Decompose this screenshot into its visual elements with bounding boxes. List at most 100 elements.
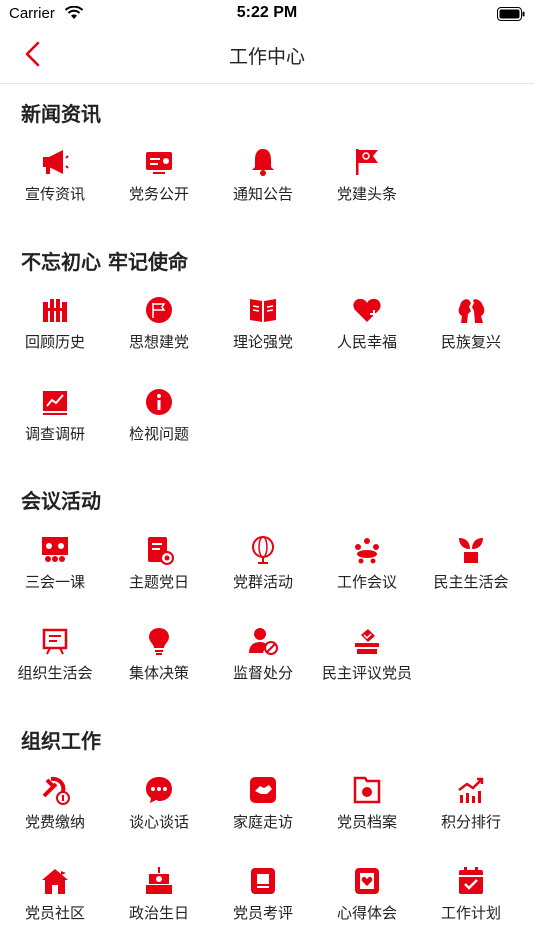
people-table-icon: [351, 534, 383, 566]
grid-item[interactable]: 民主评议党员: [315, 625, 419, 701]
item-label: 党建头条: [336, 185, 397, 203]
party-flag-icon: [351, 146, 383, 178]
flag-circle-icon: [143, 294, 175, 326]
grid-item[interactable]: 党费缴纳: [3, 774, 107, 850]
item-label: 宣传资讯: [24, 185, 85, 203]
grid-item[interactable]: 组织生活会: [3, 625, 107, 701]
item-label: 党员社区: [24, 904, 85, 922]
item-label: 人民幸福: [336, 333, 397, 351]
item-label: 三会一课: [24, 573, 85, 591]
item-label: 检视问题: [128, 425, 189, 443]
grid-item[interactable]: 政治生日: [107, 865, 211, 941]
laptop-icon: [247, 865, 279, 897]
item-label: 党群活动: [232, 573, 293, 591]
grid-item[interactable]: 人民幸福: [315, 294, 419, 370]
item-label: 回顾历史: [24, 333, 85, 351]
grid-item[interactable]: 通知公告: [211, 146, 315, 222]
cake-emblem-icon: [143, 865, 175, 897]
status-time: 5:22 PM: [236, 4, 298, 21]
lantern-icon: [247, 534, 279, 566]
great-wall-icon: [39, 294, 71, 326]
grid-item[interactable]: 回顾历史: [3, 294, 107, 370]
grid-item[interactable]: 心得体会: [315, 865, 419, 941]
grid-item[interactable]: 三会一课: [3, 534, 107, 610]
head-profiles-icon: [455, 294, 487, 326]
grid-item[interactable]: 党员考评: [211, 865, 315, 941]
heart-plus-icon: [351, 294, 383, 326]
item-label: 党员考评: [232, 904, 293, 922]
grid-item[interactable]: 思想建党: [107, 294, 211, 370]
grid-item[interactable]: 党员社区: [3, 865, 107, 941]
item-label: 家庭走访: [232, 813, 293, 831]
ballot-box-icon: [351, 625, 383, 657]
item-label: 民主评议党员: [321, 664, 412, 682]
item-label: 政治生日: [128, 904, 189, 922]
item-label: 通知公告: [232, 185, 293, 203]
section-title-meetings: 会议活动: [21, 489, 101, 513]
grid-item[interactable]: 党员档案: [315, 774, 419, 850]
calendar-check-icon: [455, 865, 487, 897]
chart-trend-icon: [39, 386, 71, 418]
navigation-bar: 工作中心: [0, 28, 534, 84]
grid-item[interactable]: 调查调研: [3, 386, 107, 462]
item-label: 思想建党: [128, 333, 189, 351]
grid-item[interactable]: 工作计划: [419, 865, 523, 941]
grid-item[interactable]: 检视问题: [107, 386, 211, 462]
handshake-icon: [247, 774, 279, 806]
item-label: 民主生活会: [433, 573, 509, 591]
megaphone-icon: [39, 146, 71, 178]
grid-item[interactable]: 谈心谈话: [107, 774, 211, 850]
back-button[interactable]: [18, 40, 50, 72]
lightbulb-icon: [143, 625, 175, 657]
grid-item[interactable]: 党建头条: [315, 146, 419, 222]
grid-item[interactable]: 民主生活会: [419, 534, 523, 610]
item-label: 积分排行: [440, 813, 501, 831]
grid-item[interactable]: 党群活动: [211, 534, 315, 610]
page-title: 工作中心: [228, 46, 305, 68]
item-label: 组织生活会: [17, 664, 93, 682]
document-emblem-icon: [143, 534, 175, 566]
sprout-icon: [455, 534, 487, 566]
item-label: 监督处分: [232, 664, 293, 682]
grid-item[interactable]: 理论强党: [211, 294, 315, 370]
grid-item[interactable]: 积分排行: [419, 774, 523, 850]
chat-bubble-icon: [143, 774, 175, 806]
meeting-board-icon: [39, 534, 71, 566]
battery-icon: [497, 6, 525, 25]
bar-trend-icon: [455, 774, 487, 806]
bell-icon: [247, 146, 279, 178]
section-title-mission: 不忘初心 牢记使命: [21, 250, 188, 274]
board-easel-icon: [39, 625, 71, 657]
item-label: 工作计划: [440, 904, 501, 922]
item-label: 调查调研: [24, 425, 85, 443]
item-label: 党员档案: [336, 813, 397, 831]
grid-item[interactable]: 监督处分: [211, 625, 315, 701]
item-label: 党费缴纳: [24, 813, 85, 831]
item-label: 党务公开: [128, 185, 189, 203]
item-label: 工作会议: [336, 573, 397, 591]
grid-item[interactable]: 集体决策: [107, 625, 211, 701]
grid-item[interactable]: 宣传资讯: [3, 146, 107, 222]
item-label: 谈心谈话: [128, 813, 189, 831]
grid-item[interactable]: 家庭走访: [211, 774, 315, 850]
item-label: 理论强党: [232, 333, 293, 351]
item-label: 集体决策: [128, 664, 189, 682]
section-title-news: 新闻资讯: [21, 102, 101, 126]
folder-emblem-icon: [351, 774, 383, 806]
grid-item[interactable]: 党务公开: [107, 146, 211, 222]
grid-item[interactable]: 主题党日: [107, 534, 211, 610]
house-flag-icon: [39, 865, 71, 897]
open-book-icon: [247, 294, 279, 326]
grid-item[interactable]: 工作会议: [315, 534, 419, 610]
item-label: 心得体会: [336, 904, 397, 922]
info-icon: [143, 386, 175, 418]
emblem-coin-icon: [39, 774, 71, 806]
status-bar: Carrier 5:22 PM: [0, 0, 534, 28]
grid-item[interactable]: 民族复兴: [419, 294, 523, 370]
section-title-organization: 组织工作: [21, 729, 101, 753]
chevron-left-icon: [25, 41, 40, 67]
user-ban-icon: [247, 625, 279, 657]
card-heart-icon: [351, 865, 383, 897]
party-card-icon: [143, 146, 175, 178]
item-label: 民族复兴: [440, 333, 501, 351]
